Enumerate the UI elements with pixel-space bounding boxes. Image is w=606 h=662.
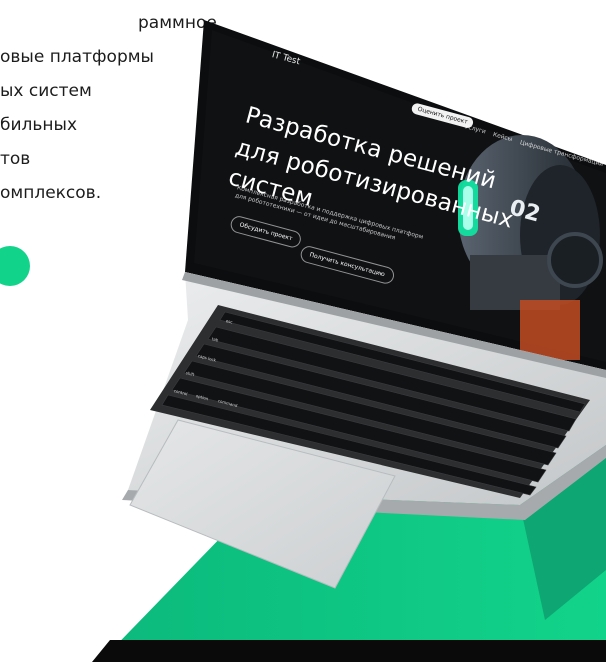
laptop-scene [92,20,606,662]
base-dark-edge [92,640,606,662]
